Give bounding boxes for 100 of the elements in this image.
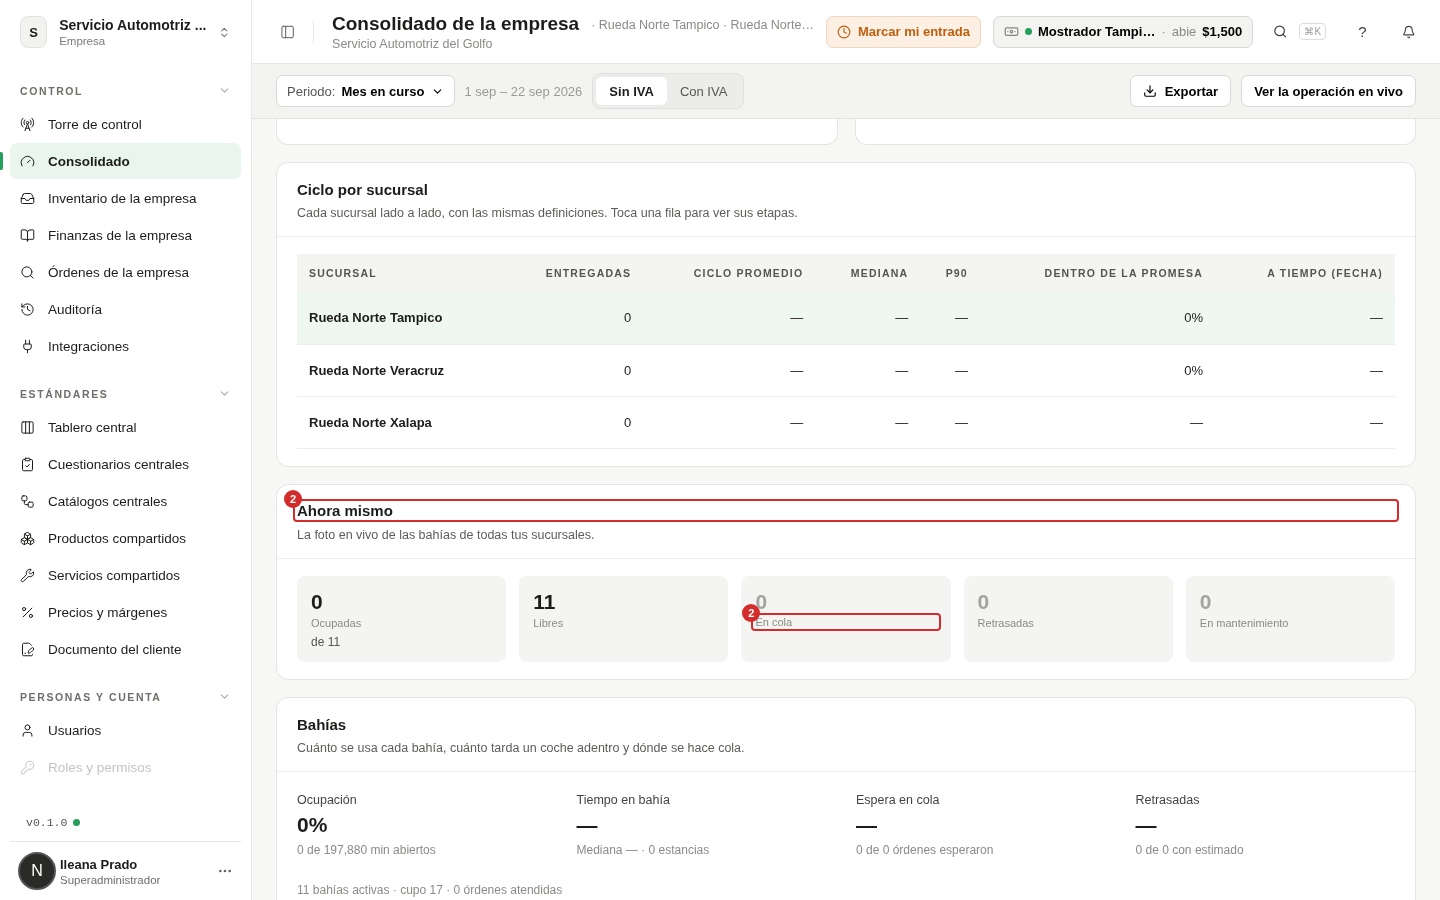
table-cell: Rueda Norte Tampico: [297, 292, 503, 344]
register-button[interactable]: Mostrador Tampi… · abie $1,500: [992, 15, 1254, 48]
stat-value: 0: [1199, 589, 1213, 614]
nav-item[interactable]: Precios y márgenes: [10, 594, 241, 630]
help-button[interactable]: ?: [1354, 19, 1371, 44]
stat-value: 0: [977, 589, 991, 614]
table-cell: —: [920, 292, 980, 344]
stat-note: de 11: [311, 634, 342, 649]
inbox-icon: [20, 190, 35, 206]
branch-row[interactable]: Rueda Norte Xalapa 0 — — — — —: [297, 396, 1395, 448]
metric-label: Ocupación: [297, 792, 358, 807]
stat-value: 0: [311, 589, 324, 614]
section-title: CONTROL: [20, 84, 84, 97]
card-description: Cada sucursal lado a lado, con las mismas definiciones. Toca una fila para ver sus etapas.: [297, 206, 799, 220]
columns-icon: [20, 419, 35, 435]
active-indicator: [0, 152, 3, 170]
user-name: Ileana Prado: [60, 856, 139, 872]
stat-label: Ocupadas: [311, 616, 363, 629]
export-button[interactable]: Exportar: [1129, 75, 1232, 107]
table-cell: —: [920, 396, 980, 448]
nav-item[interactable]: Usuarios: [10, 712, 241, 748]
metric-value: 0%: [297, 812, 329, 837]
table-cell: 0: [502, 344, 644, 396]
percent-icon: [20, 604, 35, 620]
nav-item[interactable]: Documento del cliente: [10, 631, 241, 667]
table-cell: —: [1214, 344, 1395, 396]
metric-value: —: [856, 812, 878, 837]
table-cell: —: [815, 292, 921, 344]
metric-value: —: [1135, 812, 1158, 837]
nav-item[interactable]: Consolidado: [10, 143, 241, 179]
wrench-icon: [20, 567, 35, 583]
workspace-name: Servicio Automotriz ...: [59, 17, 207, 33]
tax-tab[interactable]: Sin IVA: [596, 77, 667, 105]
table-cell: —: [643, 292, 816, 344]
column-header: SUCURSAL: [297, 254, 503, 292]
plug-icon: [20, 338, 35, 354]
table-cell: —: [643, 396, 816, 448]
nav-item[interactable]: Órdenes de la empresa: [10, 254, 241, 290]
table-cell: 0: [502, 396, 644, 448]
history-icon: [20, 301, 35, 317]
shortcut-hint: ⌘K: [1299, 23, 1327, 40]
table-cell: —: [1214, 292, 1395, 344]
column-header: DENTRO DE LA PROMESA: [979, 254, 1215, 292]
table-cell: 0%: [979, 344, 1215, 396]
gauge-icon: [20, 153, 35, 169]
clock-in-button[interactable]: Marcar mi entrada: [825, 15, 981, 48]
branch-row[interactable]: Rueda Norte Tampico 0 — — — 0% —: [297, 292, 1395, 344]
metric-note: Mediana — · 0 estancias: [576, 842, 711, 857]
nav-item[interactable]: Catálogos centrales: [10, 483, 241, 519]
tax-tab[interactable]: Con IVA: [666, 77, 741, 105]
workspace-avatar: S: [20, 16, 48, 48]
bell-icon[interactable]: [1402, 23, 1416, 40]
version-label: v0.1.0: [26, 816, 68, 829]
column-header: P90: [920, 254, 980, 292]
column-header: ENTREGADAS: [502, 254, 644, 292]
table-cell: —: [920, 344, 980, 396]
nav-item[interactable]: Finanzas de la empresa: [10, 217, 241, 253]
nav-item[interactable]: Productos compartidos: [10, 520, 241, 556]
boxes-icon: [20, 530, 35, 546]
breadcrumb: · Rueda Norte Tampico · Rueda Norte…: [591, 18, 814, 32]
nav-item[interactable]: Torre de control: [10, 106, 241, 142]
card-title: Bahías: [297, 715, 348, 733]
stat-label: Retrasadas: [977, 616, 1035, 629]
clipboard-icon: [20, 456, 35, 472]
table-cell: 0: [502, 292, 644, 344]
search-icon[interactable]: [1273, 23, 1288, 40]
live-view-button[interactable]: Ver la operación en vivo: [1241, 75, 1416, 107]
nav-item[interactable]: Auditoría: [10, 291, 241, 327]
metric-label: Espera en cola: [856, 792, 941, 807]
column-header: CICLO PROMEDIO: [643, 254, 816, 292]
table-cell: Rueda Norte Veracruz: [297, 344, 503, 396]
download-icon: [1142, 84, 1157, 98]
branch-row[interactable]: Rueda Norte Veracruz 0 — — — 0% —: [297, 344, 1395, 396]
nav-item[interactable]: Cuestionarios centrales: [10, 446, 241, 482]
page-subtitle: Servicio Automotriz del Golfo: [332, 36, 494, 51]
table-cell: Rueda Norte Xalapa: [297, 396, 503, 448]
period-select[interactable]: Periodo: Mes en curso: [276, 75, 455, 107]
key-icon: [20, 759, 35, 775]
column-header: A TIEMPO (FECHA): [1214, 254, 1395, 292]
metric-note: 0 de 0 órdenes esperaron: [856, 842, 995, 857]
stat-label: En mantenimiento: [1199, 616, 1290, 629]
workspace-switcher[interactable]: S Servicio Automotriz ... Empresa: [10, 0, 241, 62]
card-title: Ciclo por sucursal: [297, 181, 429, 198]
nav-item[interactable]: Servicios compartidos: [10, 557, 241, 593]
nav-item[interactable]: Inventario de la empresa: [10, 180, 241, 216]
table-cell: —: [643, 344, 816, 396]
table-cell: 0%: [979, 292, 1215, 344]
nav-item[interactable]: Tablero central: [10, 409, 241, 445]
clock-icon: [836, 24, 851, 39]
workspace-type: Empresa: [59, 35, 107, 47]
date-range: 1 sep – 22 sep 2026: [464, 83, 583, 99]
user-avatar: N: [18, 852, 56, 890]
metric-label: Retrasadas: [1135, 792, 1201, 807]
metric-note: 0 de 0 con estimado: [1135, 842, 1245, 857]
document-icon: [20, 641, 35, 657]
book-icon: [20, 227, 35, 243]
user-icon: [20, 722, 35, 738]
nav-item[interactable]: Integraciones: [10, 328, 241, 364]
search-icon: [20, 264, 35, 280]
stat-value: 11: [533, 589, 557, 614]
